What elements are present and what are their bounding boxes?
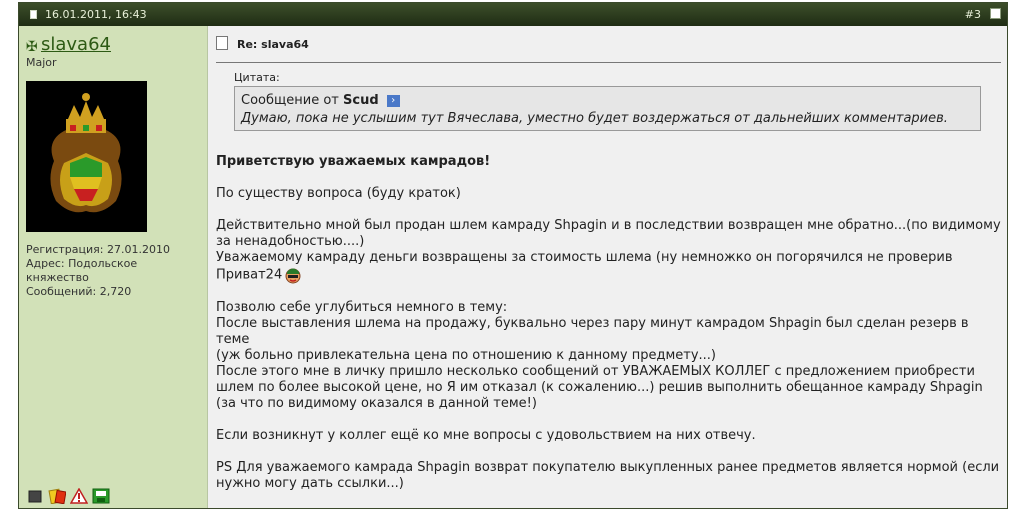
save-icon[interactable] [92, 488, 110, 504]
post-date: 16.01.2011, 16:43 [45, 8, 147, 21]
paragraph-5-line-1: PS Для уважаемого камрада Shpagin возвра… [216, 460, 1000, 475]
avatar[interactable] [26, 81, 147, 232]
paragraph-5-line-2: нужно могу дать ссылки...) [216, 476, 404, 491]
quote-from-prefix: Сообщение от [241, 93, 339, 108]
paragraph-2-line-2: за ненадобностью....) [216, 234, 365, 249]
quote-box: Сообщение от Scud › Думаю, пока не услыш… [234, 86, 981, 131]
post-icon [30, 10, 37, 19]
view-post-arrow-icon[interactable]: › [386, 94, 400, 107]
quote-label: Цитата: [234, 71, 280, 84]
paragraph-2-line-1: Действительно мной был продан шлем камра… [216, 218, 1001, 233]
quote-author: Scud [343, 93, 379, 108]
select-post-checkbox[interactable] [990, 8, 1001, 19]
smiley-icon [284, 266, 302, 284]
report-warning-icon[interactable] [69, 487, 89, 504]
paragraph-3-line-4: После этого мне в личку пришло несколько… [216, 364, 975, 379]
status-icon[interactable] [26, 488, 44, 504]
user-info: Регистрация: 27.01.2010 Адрес: Подольско… [26, 243, 186, 299]
post-tools [26, 487, 110, 505]
yellow-card-icon[interactable] [48, 488, 67, 505]
post-header: 16.01.2011, 16:43 #3 [19, 3, 1007, 26]
user-title: Major [26, 56, 57, 69]
user-registration: Регистрация: 27.01.2010 [26, 243, 170, 256]
divider [216, 62, 1001, 63]
paragraph-1: По существу вопроса (буду краток) [216, 186, 461, 201]
paragraph-4: Если возникнут у коллег ещё ко мне вопро… [216, 428, 756, 443]
post-number-link[interactable]: #3 [965, 8, 981, 21]
user-sidebar: ✠ slava64 Major Регистрация: 27.01.2010 … [19, 26, 208, 508]
cross-icon: ✠ [26, 39, 38, 55]
paragraph-3-line-5: шлем по более высокой цене, но Я им отка… [216, 380, 983, 395]
paragraph-3-line-1: Позволю себе углубиться немного в тему: [216, 300, 508, 315]
user-address-cont: княжество [26, 271, 89, 284]
message-title: Re: slava64 [237, 38, 309, 51]
message-body: Приветствую уважаемых камрадов! По сущес… [216, 154, 1006, 492]
paragraph-3-line-6: (за что по видимому оказался в данной те… [216, 396, 537, 411]
message-icon [216, 36, 228, 50]
greeting: Приветствую уважаемых камрадов! [216, 154, 491, 169]
quote-header: Сообщение от Scud › [241, 93, 400, 108]
quote-text: Думаю, пока не услышим тут Вячеслава, ум… [241, 111, 948, 126]
paragraph-2-line-4: Приват24 [216, 266, 1006, 284]
paragraph-3-line-2: После выставления шлема на продажу, букв… [216, 316, 969, 347]
user-post-count: Сообщений: 2,720 [26, 285, 132, 298]
username-link[interactable]: slava64 [41, 34, 111, 55]
paragraph-2-line-3: Уважаемому камраду деньги возвращены за … [216, 250, 953, 265]
user-address: Адрес: Подольское [26, 257, 138, 270]
forum-post: 16.01.2011, 16:43 #3 ✠ slava64 Major Рег… [18, 2, 1008, 509]
privat-text: Приват24 [216, 267, 283, 283]
paragraph-3-line-3: (уж больно привлекательна цена по отноше… [216, 348, 716, 363]
